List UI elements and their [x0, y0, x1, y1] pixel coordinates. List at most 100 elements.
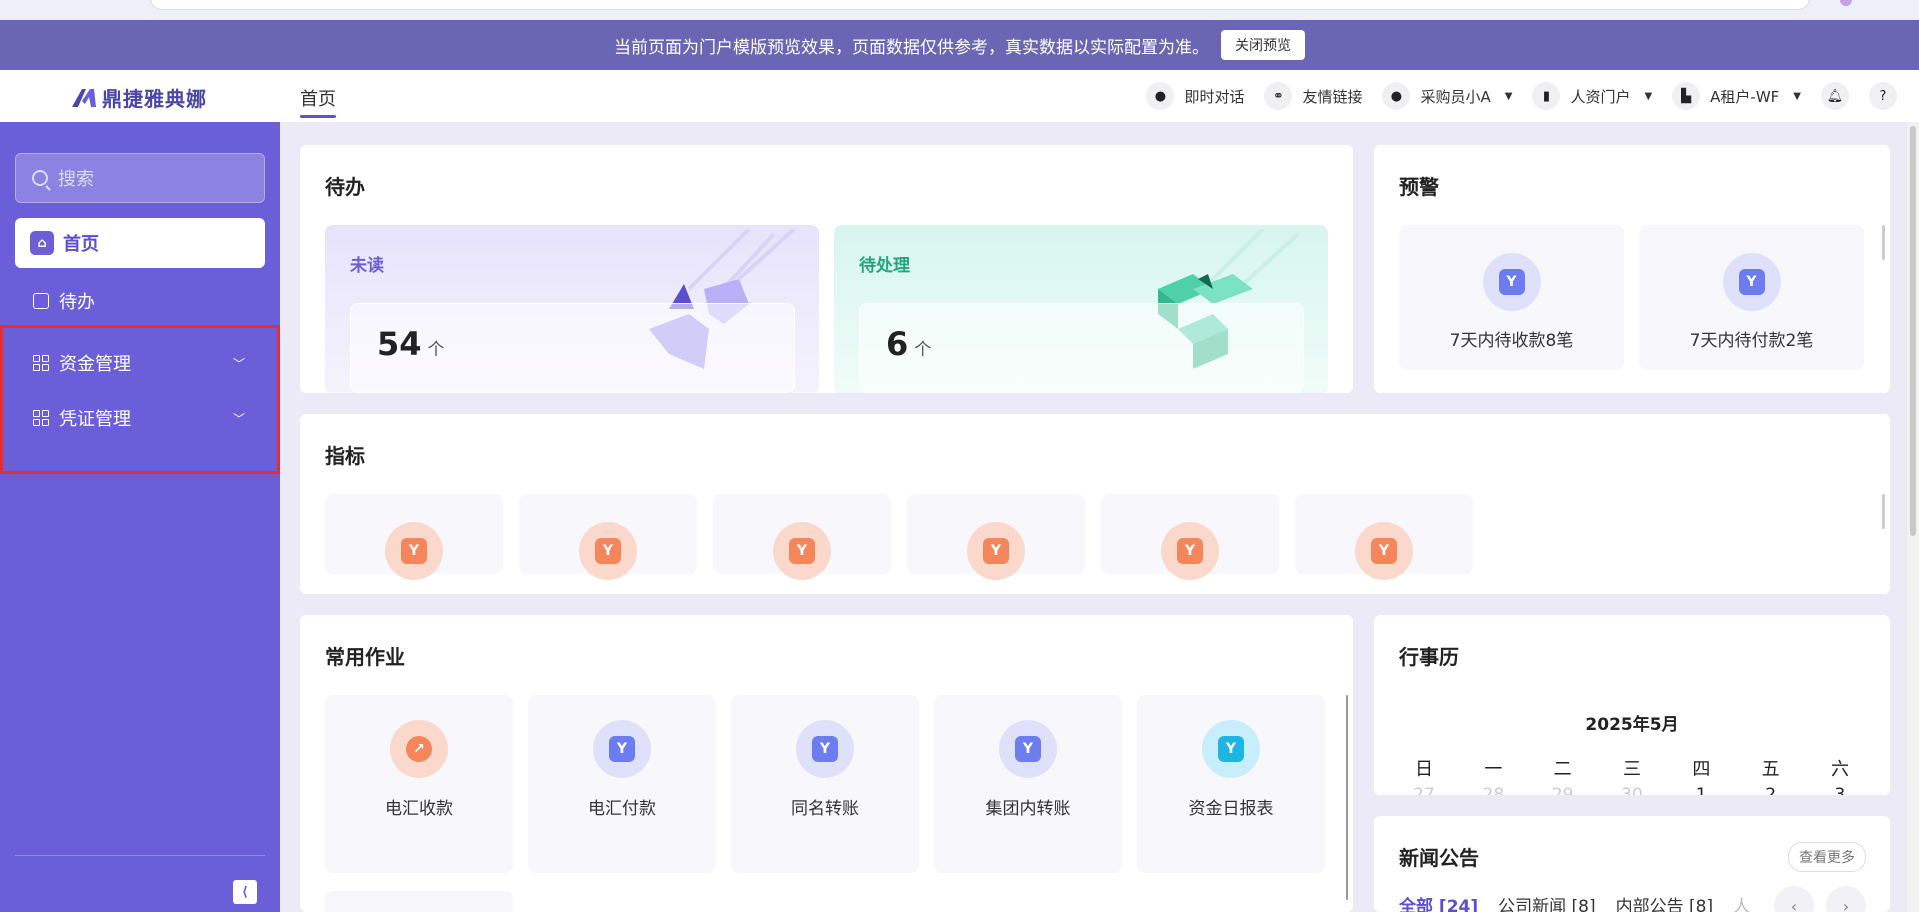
weekday-label: 六 — [1830, 759, 1849, 780]
cube-icon: Y — [579, 522, 637, 580]
calendar-day[interactable]: 28 — [1468, 785, 1518, 795]
cube-icon: Y — [1722, 253, 1781, 311]
view-more-button[interactable]: 查看更多 — [1788, 842, 1866, 872]
jobs-card: 常用作业 ↗ 电汇收款 Y 电汇付款 Y 同名转账 Y 集团内转账 Y 资金日报… — [300, 615, 1353, 912]
tab-home[interactable]: 首页 — [300, 85, 336, 118]
job-item-label: 同名转账 — [791, 799, 859, 819]
cube-icon: Y — [967, 522, 1025, 580]
job-item[interactable]: Y 资金日报表 — [1137, 695, 1325, 873]
calendar-weekdays: 日 一 二 三 四 五 六 — [1399, 755, 1865, 781]
tenant-menu[interactable]: ▙ A租户-WF ▼ — [1672, 82, 1801, 110]
sidebar: 搜索 ⌂ 首页 待办 资金管理 ﹀ 凭证管理 ﹀ ⟨ — [0, 122, 280, 912]
weekday-label: 四 — [1692, 759, 1711, 780]
sidebar-divider — [15, 855, 265, 856]
caret-down-icon: ▼ — [1644, 90, 1653, 102]
metric-item[interactable]: Y — [325, 494, 503, 580]
links-label: 友情链接 — [1302, 87, 1363, 106]
warning-scrollbar[interactable] — [1882, 225, 1885, 260]
calendar-month: 2025年5月 — [1585, 715, 1679, 735]
chat-link[interactable]: ● 即时对话 — [1146, 82, 1244, 110]
chevron-left-icon[interactable]: ‹ — [1774, 886, 1814, 912]
search-icon — [32, 170, 48, 186]
metrics-title: 指标 — [325, 444, 365, 468]
page-scrollbar[interactable] — [1907, 122, 1919, 912]
preview-message: 当前页面为门户模版预览效果，页面数据仅供参考，真实数据以实际配置为准。 — [614, 37, 1209, 58]
chart-trend-icon: ↗ — [390, 720, 448, 778]
job-item[interactable]: ↗ 电汇收款 — [325, 695, 513, 873]
metrics-card: 指标 Y Y Y Y Y Y — [300, 414, 1890, 594]
news-tab-more[interactable]: 人 — [1733, 892, 1750, 912]
user-icon: ● — [1382, 82, 1411, 110]
metric-item[interactable]: Y — [519, 494, 697, 580]
user-menu[interactable]: ● 采购员小A ▼ — [1382, 82, 1512, 110]
job-item[interactable]: Y 同名转账 — [731, 695, 919, 873]
job-item[interactable]: Y 集团内转账 — [934, 695, 1122, 873]
calendar-card: 行事历 2025年5月 日 一 二 三 四 五 六 27 28 29 30 1 … — [1374, 615, 1890, 795]
news-tabs: 全部 [24] 公司新闻 [8] 内部公告 [8] 人 — [1399, 892, 1750, 912]
cube-icon: Y — [1161, 522, 1219, 580]
scrollbar-thumb[interactable] — [1910, 126, 1916, 536]
cube-icon: Y — [1482, 253, 1541, 311]
metric-item[interactable]: Y — [713, 494, 891, 580]
profile-avatar[interactable] — [1840, 0, 1852, 6]
top-header: 鼎捷雅典娜 首页 ● 即时对话 ⚭ 友情链接 ● 采购员小A ▼ ▮ 人资门户 … — [0, 70, 1919, 122]
metric-item[interactable]: Y — [907, 494, 1085, 580]
home-icon: ⌂ — [30, 231, 54, 255]
pending-label: 待处理 — [859, 256, 910, 276]
metrics-scrollbar[interactable] — [1882, 494, 1885, 529]
close-preview-button[interactable]: 关闭预览 — [1221, 30, 1305, 60]
cube-icon: Y — [1202, 720, 1260, 778]
cube-icon: Y — [773, 522, 831, 580]
todo-card: 待办 未读 54 个 待处理 6个 — [300, 145, 1353, 393]
weekday-label: 一 — [1484, 759, 1503, 780]
unread-count: 54 个 — [377, 325, 445, 363]
portal-menu[interactable]: ▮ 人资门户 ▼ — [1532, 82, 1652, 110]
calendar-day[interactable]: 30 — [1607, 785, 1657, 795]
jobs-scrollbar[interactable] — [1346, 695, 1348, 900]
news-tab-all[interactable]: 全部 [24] — [1399, 892, 1478, 912]
weekday-label: 二 — [1553, 759, 1572, 780]
weekday-label: 五 — [1761, 759, 1780, 780]
sidebar-item-home[interactable]: ⌂ 首页 — [15, 218, 265, 268]
calendar-day[interactable]: 27 — [1399, 785, 1449, 795]
calendar-day[interactable]: 2 — [1746, 785, 1796, 795]
news-tab-internal[interactable]: 内部公告 [8] — [1616, 892, 1713, 912]
help-icon[interactable]: ? — [1869, 82, 1897, 110]
news-tab-company[interactable]: 公司新闻 [8] — [1498, 892, 1595, 912]
friend-links[interactable]: ⚭ 友情链接 — [1264, 82, 1362, 110]
sidebar-item-todo[interactable]: 待办 — [15, 278, 265, 324]
calendar-day[interactable]: 1 — [1676, 785, 1726, 795]
unread-panel[interactable]: 未读 54 个 — [325, 225, 819, 393]
collapse-sidebar-button[interactable]: ⟨ — [233, 880, 257, 904]
logo[interactable]: 鼎捷雅典娜 — [70, 83, 207, 112]
chat-bubble-icon: ● — [1146, 82, 1175, 110]
pending-count: 6个 — [886, 325, 932, 363]
portal-label: 人资门户 — [1570, 87, 1631, 106]
todo-title: 待办 — [325, 175, 365, 199]
weekday-label: 三 — [1622, 759, 1641, 780]
warning-item[interactable]: Y 7天内待付款2笔 — [1639, 225, 1864, 370]
cube-icon: Y — [1355, 522, 1413, 580]
job-item-label: 电汇付款 — [588, 799, 656, 819]
job-item[interactable]: Y 电汇付款 — [528, 695, 716, 873]
news-pager: ‹ › — [1774, 886, 1866, 912]
calendar-day[interactable]: 3 — [1815, 785, 1865, 795]
bell-icon[interactable]: 🔔︎ — [1821, 82, 1849, 110]
chevron-right-icon[interactable]: › — [1826, 886, 1866, 912]
metric-item[interactable]: Y — [1295, 494, 1473, 580]
sidebar-item-label: 首页 — [63, 234, 99, 255]
job-item[interactable] — [325, 891, 513, 912]
address-pill[interactable] — [150, 0, 1810, 10]
cube-icon: Y — [796, 720, 854, 778]
warning-title: 预警 — [1399, 175, 1439, 199]
warning-item-label: 7天内待付款2笔 — [1689, 331, 1814, 351]
metric-item[interactable]: Y — [1101, 494, 1279, 580]
search-input[interactable]: 搜索 — [15, 153, 265, 203]
portal-icon: ▮ — [1532, 82, 1561, 110]
pending-panel[interactable]: 待处理 6个 — [834, 225, 1328, 393]
calendar-day[interactable]: 29 — [1538, 785, 1588, 795]
warning-item-label: 7天内待收款8笔 — [1449, 331, 1574, 351]
warning-item[interactable]: Y 7天内待收款8笔 — [1399, 225, 1624, 370]
weekday-label: 日 — [1415, 759, 1433, 780]
browser-address-bar — [0, 0, 1919, 20]
